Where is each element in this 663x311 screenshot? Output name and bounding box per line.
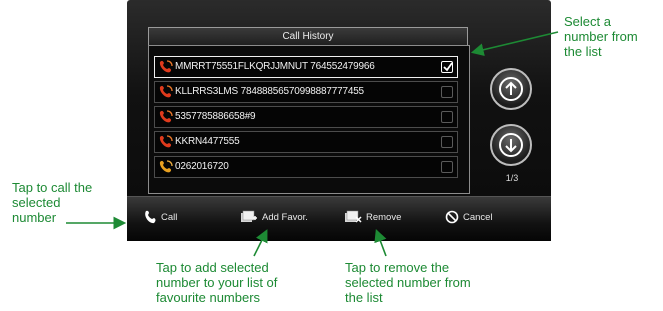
arrow-to-list [470,31,559,57]
arrow-to-remove [374,229,387,257]
arrow-to-add-favorite [253,229,268,257]
annotation-arrows [66,31,559,257]
